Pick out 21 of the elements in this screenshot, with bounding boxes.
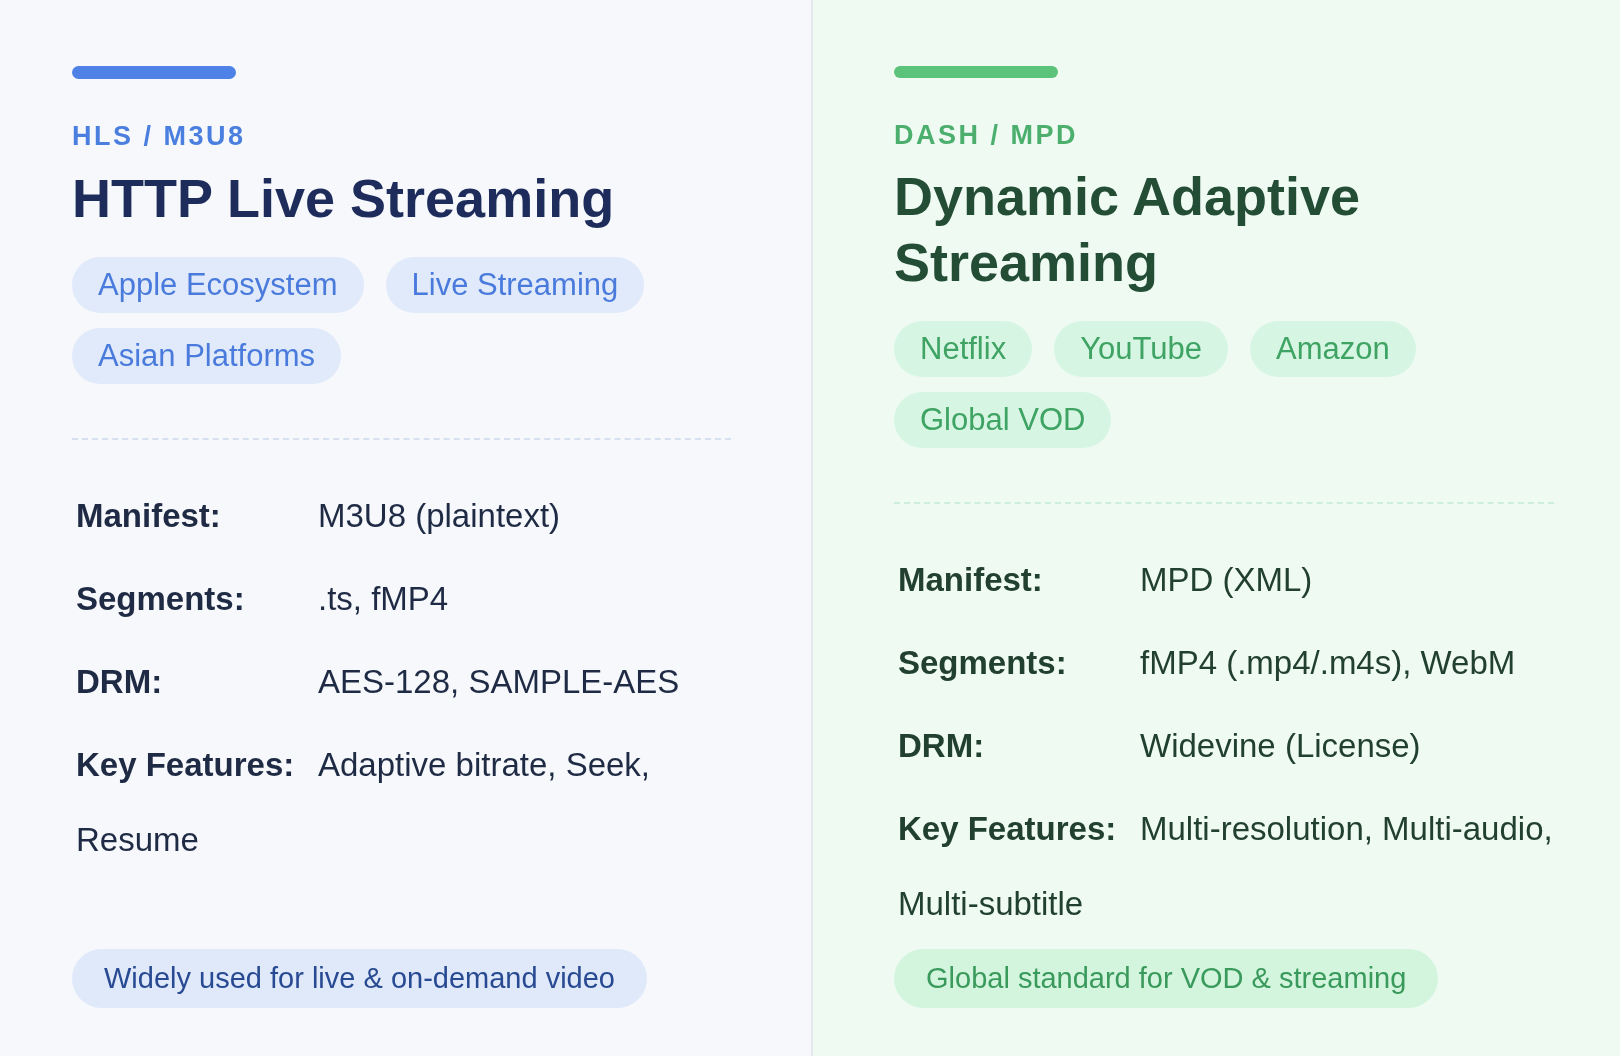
tag: Live Streaming (385, 256, 645, 313)
spec-entry: DRM: Widevine (License) (898, 726, 1422, 766)
format-label: DASH / MPD (894, 118, 1078, 152)
spec-entry: Manifest: MPD (XML) (898, 560, 1314, 600)
spec-entry: Manifest: M3U8 (plaintext) (76, 495, 562, 536)
panel-title: HTTP Live Streaming (72, 166, 616, 230)
tag: Amazon (1249, 321, 1416, 377)
tag: Global VOD (894, 392, 1112, 448)
tag: YouTube (1054, 321, 1228, 377)
tag: Asian Platforms (72, 327, 342, 384)
spec-entry: DRM: AES-128, SAMPLE-AES (76, 661, 681, 702)
tag: Netflix (894, 321, 1033, 377)
spec-entry: Segments: fMP4 (.mp4/.m4s), WebM (898, 643, 1517, 683)
summary-badge: Widely used for live & on-demand video (72, 949, 647, 1008)
panel-title: Dynamic Adaptive Streaming (894, 165, 1362, 294)
spec-entry: Key Features: Adaptive bitrate, Seek, Resume (76, 744, 652, 860)
format-label: HLS / M3U8 (72, 120, 246, 153)
spec-entry: Segments: .ts, fMP4 (76, 578, 450, 619)
tag: Apple Ecosystem (72, 256, 364, 313)
spec-entry: Key Features: Multi-resolution, Multi-audio, Multi-subtitle (898, 809, 1554, 924)
summary-badge: Global standard for VOD & streaming (894, 949, 1439, 1008)
